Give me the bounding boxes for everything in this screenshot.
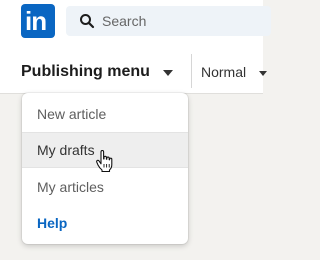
- menu-item-new-article[interactable]: New article: [22, 96, 188, 132]
- toolbar-divider: [191, 54, 192, 88]
- editor-toolbar: Publishing menu Normal: [0, 44, 263, 94]
- caret-down-icon[interactable]: [163, 70, 173, 76]
- text-style-select[interactable]: Normal: [201, 64, 246, 80]
- menu-item-help[interactable]: Help: [22, 205, 188, 241]
- search-input[interactable]: [102, 6, 262, 36]
- search-icon: [80, 14, 95, 29]
- caret-down-icon[interactable]: [259, 71, 267, 76]
- logo-text: in: [25, 6, 47, 36]
- hand-pointer-cursor-icon: [96, 150, 113, 172]
- linkedin-logo[interactable]: in: [21, 4, 55, 38]
- top-navigation-bar: in: [0, 0, 271, 44]
- search-box[interactable]: [66, 6, 271, 36]
- menu-item-my-articles[interactable]: My articles: [22, 169, 188, 205]
- publishing-menu-button[interactable]: Publishing menu: [21, 63, 150, 85]
